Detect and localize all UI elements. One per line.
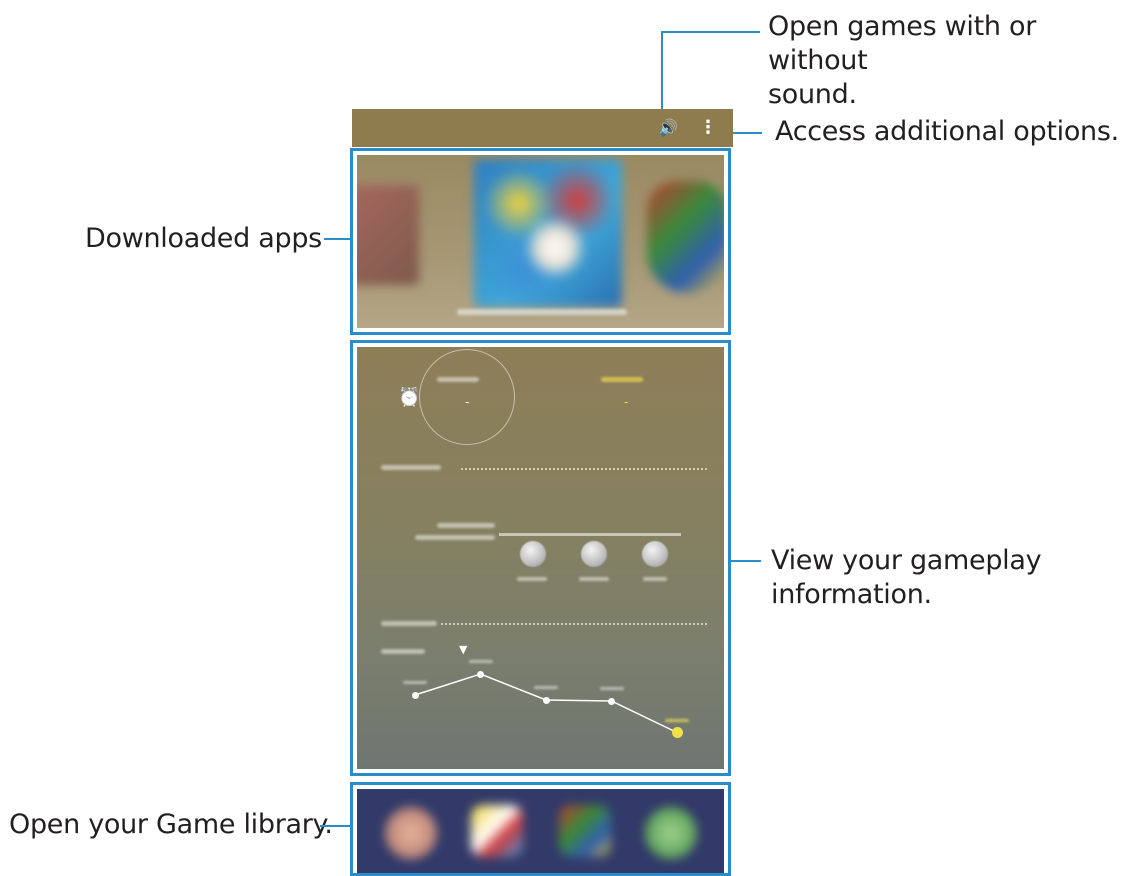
- app-thumbnail-left[interactable]: [357, 185, 419, 285]
- app-thumbnail-right[interactable]: [647, 181, 724, 293]
- gameplay-info-panel: ⏰ - - ▼: [350, 340, 731, 776]
- leader-downloaded-apps: [324, 238, 350, 240]
- downloaded-apps-carousel[interactable]: [357, 155, 724, 328]
- leader-sound-vertical: [661, 31, 663, 119]
- chart-point-current: [671, 727, 683, 738]
- chart-point: [477, 670, 484, 678]
- leader-gameplay: [731, 560, 761, 562]
- gameplay-info-content: ⏰ - - ▼: [357, 347, 724, 769]
- downloaded-apps-panel: [350, 148, 731, 335]
- top-bar: 🔊 ⋮: [352, 109, 733, 147]
- chart-point-label: [468, 660, 493, 663]
- chart-point-label: [665, 718, 689, 722]
- leader-game-library: [320, 825, 350, 827]
- chart-point: [608, 697, 615, 705]
- game-library-panel: ^: [350, 782, 731, 876]
- leader-sound-horizontal: [662, 31, 760, 33]
- more-options-icon[interactable]: ⋮: [699, 109, 717, 147]
- library-game-icon-1[interactable]: [385, 807, 437, 859]
- callout-gameplay-line1: View your gameplay: [771, 545, 1042, 576]
- chart-point: [411, 691, 419, 699]
- chart-point: [542, 696, 550, 704]
- callout-game-library: Open your Game library.: [9, 809, 333, 840]
- game-library-tray[interactable]: ^: [357, 789, 724, 873]
- chart-point-label: [599, 687, 624, 690]
- callout-sound-line2: sound.: [768, 79, 857, 110]
- library-game-icon-2[interactable]: [471, 805, 523, 857]
- callout-options: Access additional options.: [775, 116, 1119, 147]
- gameplay-line-chart: [414, 673, 678, 734]
- app-thumbnail-center[interactable]: [474, 159, 622, 307]
- callout-sound-line1: Open games with or without: [768, 11, 1037, 76]
- library-game-icon-3[interactable]: [559, 805, 611, 857]
- callout-downloaded-apps: Downloaded apps: [85, 223, 322, 254]
- callout-sound: Open games with or without sound.: [768, 10, 1140, 112]
- app-title-placeholder: [457, 309, 627, 315]
- volume-icon[interactable]: 🔊: [658, 109, 678, 147]
- chart-point-label: [534, 686, 558, 689]
- library-game-icon-4[interactable]: [645, 807, 697, 859]
- chart-point-label: [403, 681, 427, 684]
- callout-gameplay: View your gameplay information.: [771, 544, 1042, 612]
- callout-gameplay-line2: information.: [771, 579, 932, 610]
- chevron-up-icon[interactable]: ^: [540, 789, 552, 799]
